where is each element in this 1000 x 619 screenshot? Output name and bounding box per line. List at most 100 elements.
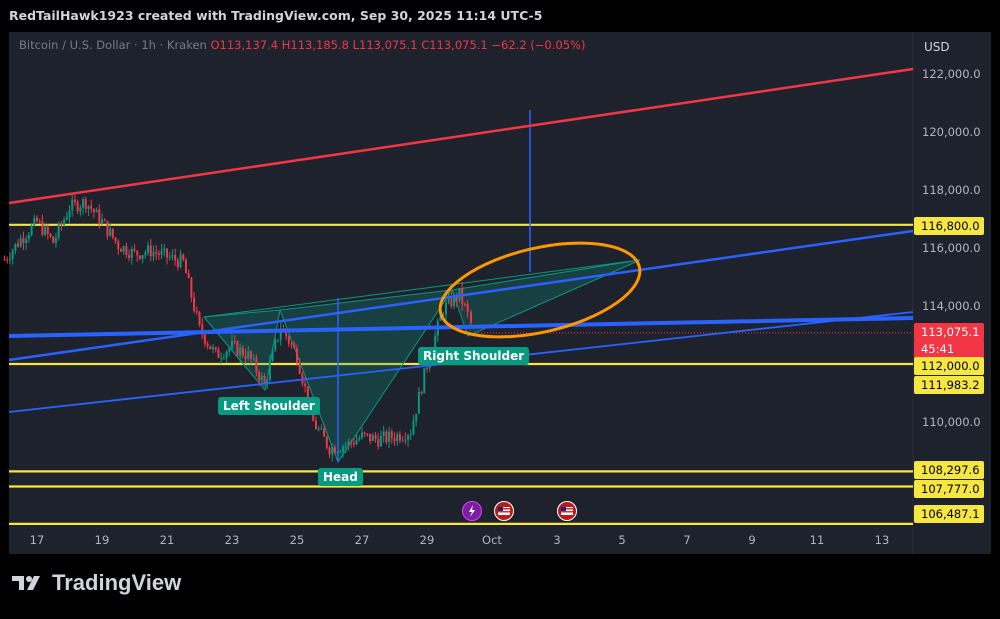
- candle-body: [71, 199, 74, 211]
- candle-body: [470, 311, 473, 323]
- candle-body: [19, 238, 22, 247]
- candle-body: [203, 334, 206, 344]
- price-tag: 111,983.2: [914, 376, 984, 394]
- symbol-legend: Bitcoin / U.S. Dollar · 1h · Kraken O113…: [19, 38, 585, 52]
- tradingview-wordmark: TradingView: [52, 570, 182, 595]
- candle-body: [396, 434, 399, 442]
- candle-body: [84, 199, 87, 209]
- candle-body: [190, 278, 193, 298]
- candle-body: [57, 223, 60, 238]
- candle-body: [6, 259, 9, 261]
- candle-body: [409, 434, 412, 436]
- legend-low: L113,075.1: [352, 38, 418, 52]
- candle-body: [350, 441, 353, 443]
- candle-body: [379, 436, 382, 447]
- price-tick-label: 120,000.0: [922, 125, 981, 139]
- time-tick-label: 29: [420, 533, 435, 547]
- candle-body: [277, 339, 280, 341]
- candle-body: [98, 209, 101, 224]
- candle-body: [388, 431, 391, 442]
- candle-body: [231, 340, 233, 349]
- candle-body: [450, 297, 453, 307]
- candle-body: [255, 358, 258, 373]
- candle-body: [114, 237, 117, 242]
- candle-body: [133, 248, 136, 251]
- candle-body: [393, 438, 396, 442]
- candle-body: [352, 442, 355, 445]
- candle-body: [407, 435, 410, 440]
- candle-body: [320, 428, 323, 430]
- red-channel-line: [8, 67, 914, 205]
- candle-body: [60, 223, 63, 225]
- candle-body: [101, 219, 103, 224]
- candle-body: [195, 310, 198, 313]
- tradingview-logo: TradingView: [12, 570, 181, 596]
- candle-body: [3, 259, 6, 261]
- candle-body: [128, 255, 131, 259]
- candle-body: [82, 199, 85, 208]
- candle-body: [404, 439, 407, 441]
- price-tag: 45:41: [914, 340, 984, 358]
- price-tick-label: 122,000.0: [922, 67, 981, 81]
- candle-body: [390, 431, 393, 439]
- candle-body: [444, 302, 447, 315]
- candle-body: [38, 221, 41, 223]
- candle-body: [244, 355, 247, 359]
- candle-body: [249, 351, 252, 359]
- candle-body: [36, 217, 38, 222]
- candle-body: [33, 217, 36, 226]
- candle-body: [347, 441, 350, 446]
- head-label: Head: [318, 468, 363, 486]
- candle-body: [374, 435, 377, 439]
- candle-body: [103, 219, 106, 221]
- legend-symbol: Bitcoin / U.S. Dollar · 1h · Kraken: [19, 38, 207, 52]
- candle-body: [466, 304, 469, 312]
- candle-body: [331, 447, 334, 455]
- price-tag: 112,000.0: [914, 357, 984, 375]
- candle-body: [401, 439, 404, 441]
- legend-change: −62.2 (−0.05%): [491, 38, 586, 52]
- us-flag-event-icon[interactable]: [557, 501, 577, 521]
- time-tick-label: 11: [810, 533, 825, 547]
- candle-body: [371, 435, 374, 442]
- candle-body: [130, 248, 133, 259]
- time-tick-label: 13: [875, 533, 890, 547]
- legend-close: C113,075.1: [421, 38, 488, 52]
- candle-body: [301, 373, 304, 384]
- candle-body: [423, 367, 426, 394]
- candle-body: [87, 205, 90, 209]
- candle-body: [247, 351, 250, 359]
- time-tick-label: 3: [553, 533, 560, 547]
- time-tick-label: 25: [290, 533, 305, 547]
- candle-body: [214, 347, 217, 350]
- candle-body: [179, 254, 182, 268]
- candle-body: [358, 438, 361, 440]
- candle-body: [184, 259, 187, 274]
- time-tick-label: 21: [160, 533, 175, 547]
- right-shoulder-label: Right Shoulder: [418, 347, 530, 365]
- candle-body: [79, 207, 82, 212]
- lightning-event-icon[interactable]: [462, 501, 482, 521]
- us-flag-event-icon[interactable]: [494, 501, 514, 521]
- horizontal-levels: [9, 223, 913, 525]
- candle-body: [144, 252, 147, 256]
- candle-body: [68, 210, 71, 218]
- candle-body: [293, 344, 296, 349]
- candle-body: [290, 343, 293, 345]
- currency-selector[interactable]: USD: [916, 36, 990, 58]
- candle-body: [228, 348, 231, 352]
- candle-body: [30, 225, 33, 236]
- candle-body: [174, 254, 177, 261]
- price-chart[interactable]: 122,000.0 120,000.0 118,000.0 116,000.0 114,…: [0, 0, 1000, 619]
- candle-body: [415, 413, 418, 422]
- price-tick-label: 114,000.0: [922, 299, 981, 313]
- candle-body: [209, 345, 212, 350]
- candle-body: [336, 451, 339, 454]
- candle-body: [417, 392, 420, 414]
- legend-open: O113,137.4: [210, 38, 279, 52]
- candle-body: [122, 246, 125, 252]
- candle-body: [377, 438, 380, 447]
- price-tick-label: 116,000.0: [922, 241, 981, 255]
- candle-body: [44, 226, 47, 235]
- candle-body: [90, 205, 93, 210]
